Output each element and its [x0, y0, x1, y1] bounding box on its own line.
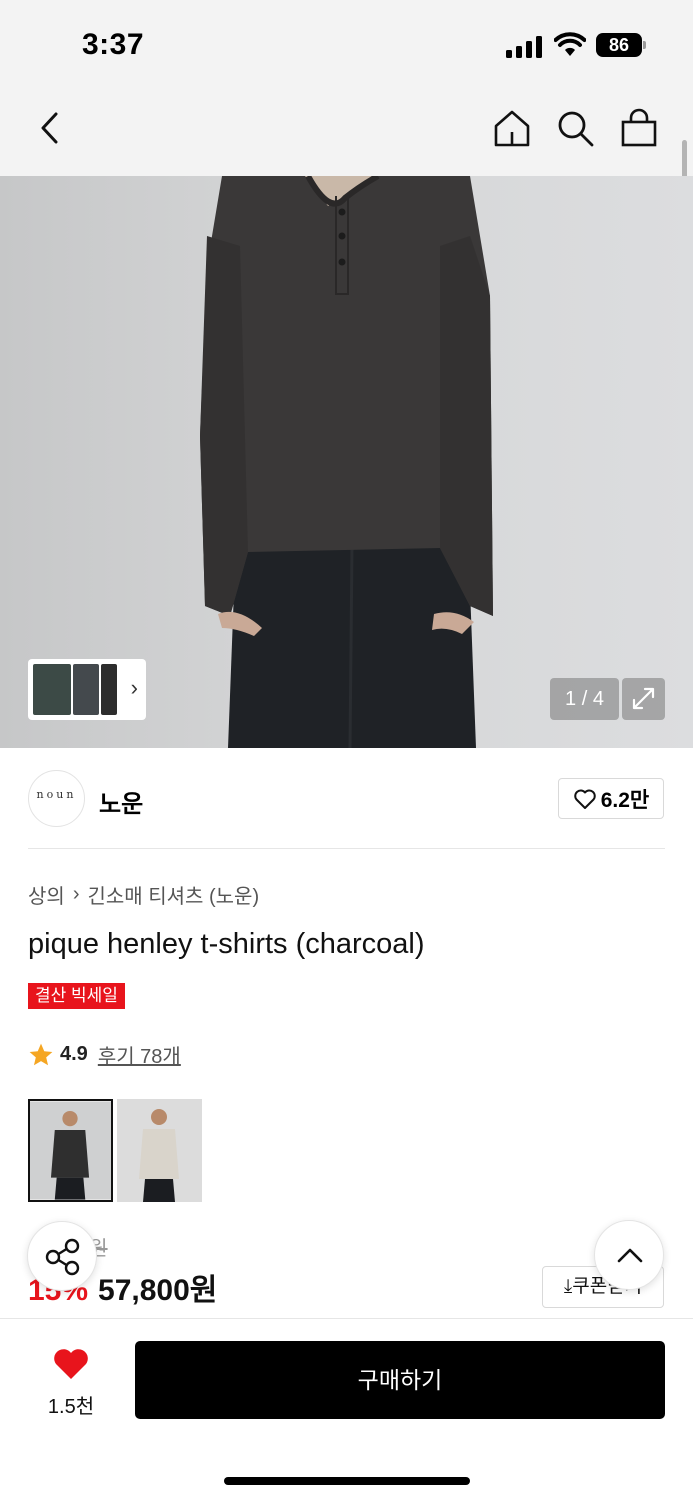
product-title: pique henley t-shirts (charcoal): [28, 928, 425, 960]
shopping-bag-icon[interactable]: [619, 108, 659, 148]
status-bar: 3:37 86: [0, 0, 693, 90]
reviews-link[interactable]: 후기 78개: [98, 1040, 181, 1069]
download-icon: ⤓: [563, 1276, 573, 1297]
status-time: 3:37: [82, 28, 145, 61]
heart-filled-icon: [54, 1349, 88, 1379]
breadcrumb-subcategory[interactable]: 긴소매 티셔츠 (노운): [87, 880, 259, 909]
back-icon[interactable]: [30, 108, 70, 148]
color-option-charcoal[interactable]: [28, 1099, 113, 1202]
brand-like-count: 6.2만: [600, 788, 650, 812]
wifi-icon: [553, 32, 587, 58]
sale-price: 57,800원: [98, 1274, 218, 1307]
heart-outline-icon: [573, 789, 596, 809]
breadcrumb-category[interactable]: 상의: [28, 880, 65, 909]
chevron-up-icon: [617, 1248, 643, 1263]
scroll-to-top-button[interactable]: [594, 1220, 664, 1290]
home-icon[interactable]: [492, 108, 532, 148]
cellular-signal-icon: [506, 36, 544, 58]
navigation-bar: [0, 90, 693, 176]
rating: 4.9 후기 78개: [28, 1040, 181, 1069]
divider: [28, 848, 665, 849]
chevron-right-icon[interactable]: ›: [131, 675, 138, 701]
search-icon[interactable]: [555, 108, 595, 148]
battery-level: 86: [596, 33, 642, 57]
brand-like-button[interactable]: 6.2만: [558, 778, 664, 819]
expand-icon[interactable]: [622, 678, 665, 720]
buy-button[interactable]: 구매하기: [135, 1341, 665, 1419]
wish-button[interactable]: 1.5천: [40, 1347, 102, 1419]
share-icon: [45, 1238, 80, 1276]
sale-badge: 결산 빅세일: [28, 983, 125, 1009]
star-icon: [29, 1043, 53, 1065]
breadcrumb: 상의 › 긴소매 티셔츠 (노운): [28, 880, 259, 909]
rating-score: 4.9: [60, 1043, 88, 1065]
color-option-oatmeal[interactable]: [117, 1099, 202, 1202]
gallery-thumbnail-strip[interactable]: ›: [28, 659, 146, 720]
battery-icon: 86: [596, 33, 648, 57]
gallery-counter: 1 / 4: [550, 678, 619, 720]
thumbnail-image[interactable]: [73, 664, 99, 715]
bottom-action-bar: 1.5천 구매하기: [0, 1318, 693, 1500]
chevron-right-icon: ›: [72, 883, 80, 905]
share-button[interactable]: [27, 1221, 97, 1291]
home-indicator: [224, 1477, 470, 1485]
brand-logo[interactable]: noun: [28, 770, 85, 827]
product-image-gallery[interactable]: › 1 / 4: [0, 176, 693, 748]
thumbnail-image[interactable]: [33, 664, 71, 715]
thumbnail-image[interactable]: [101, 664, 117, 715]
brand-name[interactable]: 노운: [99, 784, 143, 819]
wish-count: 1.5천: [47, 1396, 95, 1418]
